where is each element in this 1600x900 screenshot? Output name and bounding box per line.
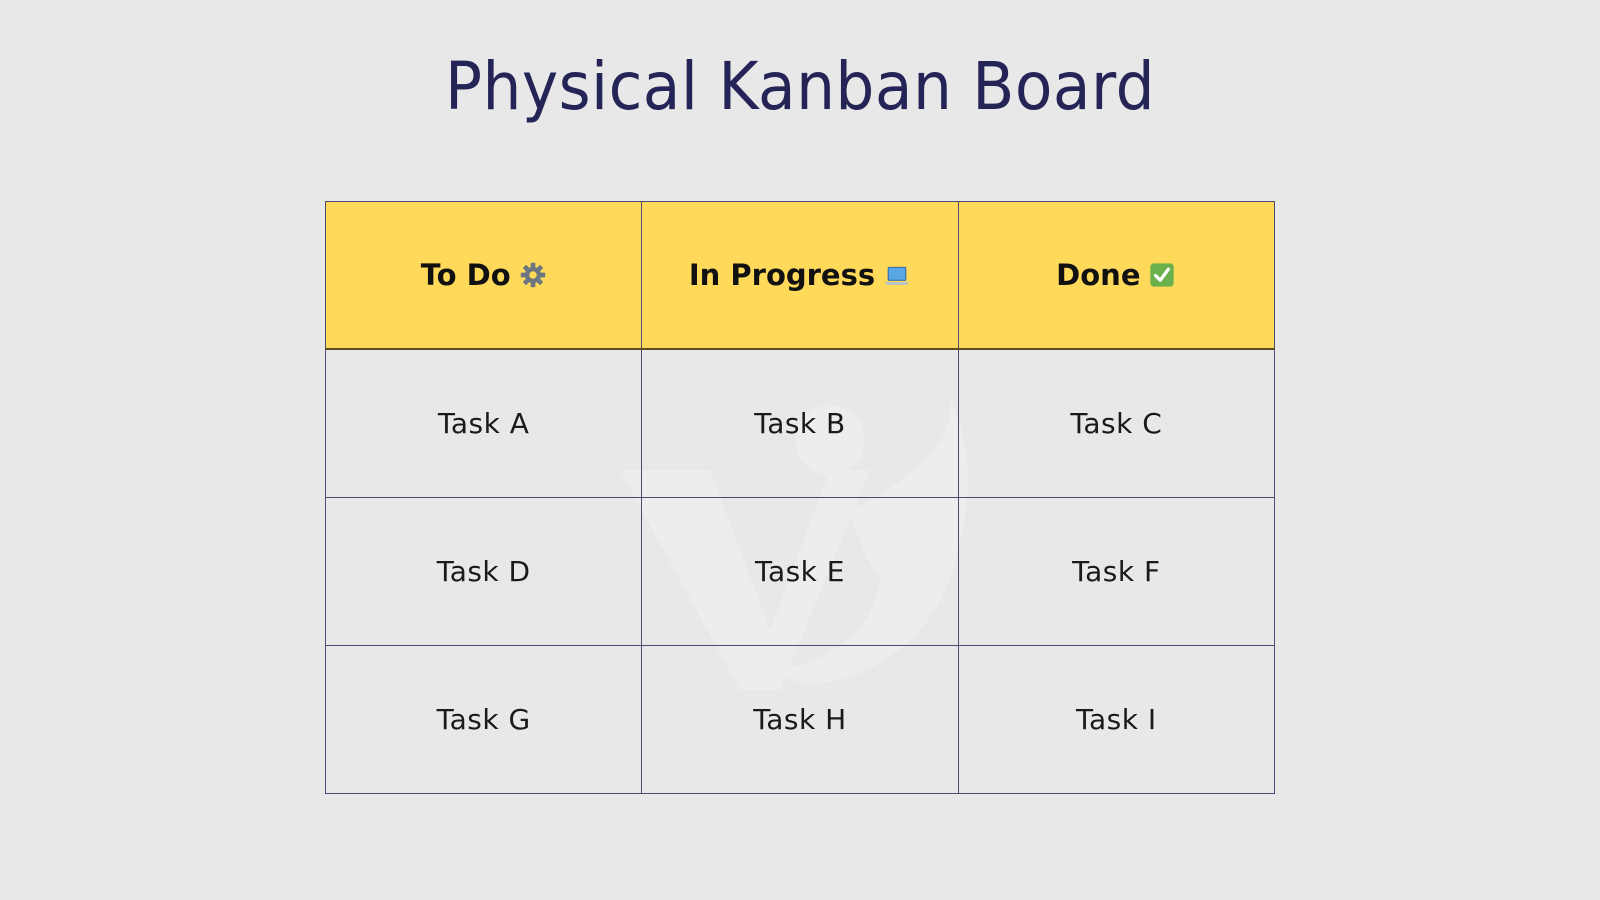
gear-icon: [519, 261, 547, 289]
task-row: Task G Task H Task I: [324, 645, 1276, 794]
kanban-board: To Do In Progress Done Task A Task B Tas…: [324, 201, 1276, 794]
task-row: Task A Task B Task C: [324, 348, 1276, 498]
task-row: Task D Task E Task F: [324, 497, 1276, 646]
page-title: Physical Kanban Board: [444, 48, 1156, 125]
task-card: Task H: [641, 645, 959, 794]
column-label: To Do: [420, 258, 511, 292]
task-card: Task E: [641, 497, 959, 646]
check-mark-icon: [1148, 261, 1176, 289]
task-card: Task G: [324, 645, 643, 794]
task-card: Task F: [957, 497, 1276, 646]
task-card: Task A: [324, 348, 643, 498]
column-header-in-progress: In Progress: [641, 201, 959, 350]
column-header-done: Done: [957, 201, 1276, 350]
task-card: Task B: [641, 348, 959, 498]
task-card: Task I: [957, 645, 1276, 794]
task-card: Task D: [324, 497, 643, 646]
column-header-to-do: To Do: [324, 201, 643, 350]
header-row: To Do In Progress Done: [324, 201, 1276, 350]
laptop-icon: [883, 261, 911, 289]
column-label: In Progress: [688, 258, 876, 292]
task-card: Task C: [957, 348, 1276, 498]
column-label: Done: [1056, 258, 1141, 292]
